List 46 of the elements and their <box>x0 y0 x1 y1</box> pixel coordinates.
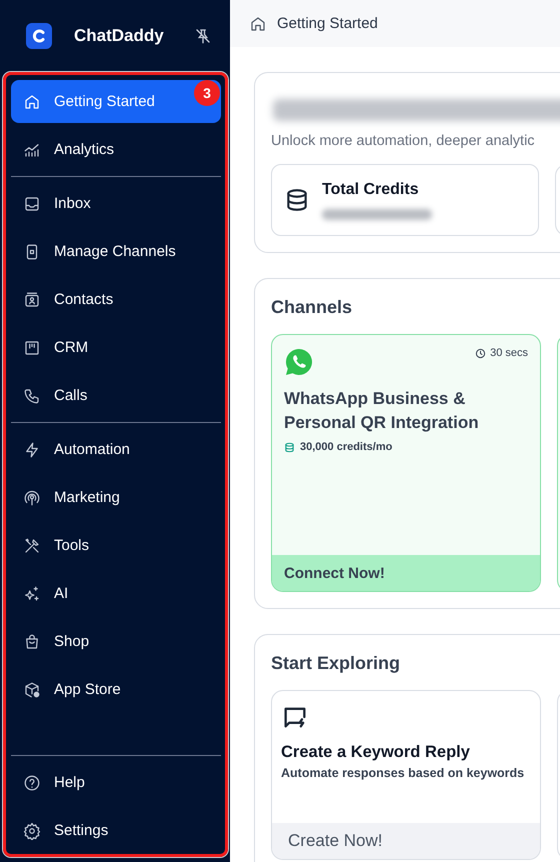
nav-item[interactable]: Settings <box>11 809 221 852</box>
nav-item[interactable]: Calls <box>11 374 221 417</box>
card-title: Create a Keyword Reply <box>281 743 471 762</box>
card-description: Automate responses based on keywords <box>281 766 526 780</box>
nav-item[interactable]: Inbox <box>11 182 221 225</box>
phone-icon <box>23 386 41 404</box>
duration: 30 secs <box>490 347 528 359</box>
nav-item[interactable]: App Store <box>11 668 221 711</box>
breadcrumb[interactable]: Getting Started <box>277 15 378 32</box>
nav-item[interactable]: Contacts <box>11 278 221 321</box>
whatsapp-icon <box>284 347 314 377</box>
nav-item[interactable]: Analytics <box>11 128 221 171</box>
shopping-bag-icon <box>23 632 41 650</box>
nav-item[interactable]: CRM <box>11 326 221 369</box>
broadcast-icon <box>23 488 41 506</box>
inbox-icon <box>23 194 41 212</box>
settings-icon <box>23 822 41 840</box>
logo-icon <box>26 23 52 49</box>
section-title: Start Exploring <box>271 653 402 674</box>
unpin-icon[interactable] <box>194 27 212 45</box>
channel-title: WhatsApp Business & Personal QR Integration <box>284 388 480 434</box>
create-button[interactable]: Create Now! <box>272 823 540 859</box>
stat-label: Total Credits <box>322 180 420 198</box>
section-title: Channels <box>271 297 354 318</box>
sparkles-icon <box>23 584 41 602</box>
home-icon <box>23 92 41 110</box>
nav-item[interactable]: Marketing <box>11 476 221 519</box>
clock-icon <box>475 348 486 358</box>
nav-item[interactable]: Manage Channels <box>11 230 221 273</box>
brand-name: ChatDaddy <box>74 26 165 46</box>
board-icon <box>23 338 41 356</box>
help-icon <box>23 774 41 792</box>
nav-item[interactable]: Automation <box>11 428 221 471</box>
nav-item[interactable]: AI <box>11 572 221 615</box>
lightning-icon <box>23 440 41 458</box>
database-icon <box>284 442 295 452</box>
box-icon <box>23 680 41 698</box>
nav-item[interactable]: Help <box>11 761 221 804</box>
nav-item[interactable]: Tools <box>11 524 221 567</box>
home-icon <box>249 14 267 32</box>
nav-item[interactable]: Shop <box>11 620 221 663</box>
contact-card-icon <box>23 290 41 308</box>
connect-button[interactable]: Connect Now! <box>272 555 540 591</box>
subtitle: Unlock more automation, deeper analytic <box>271 133 536 149</box>
tools-icon <box>23 536 41 554</box>
credits-label: 30,000 credits/mo <box>300 441 392 453</box>
